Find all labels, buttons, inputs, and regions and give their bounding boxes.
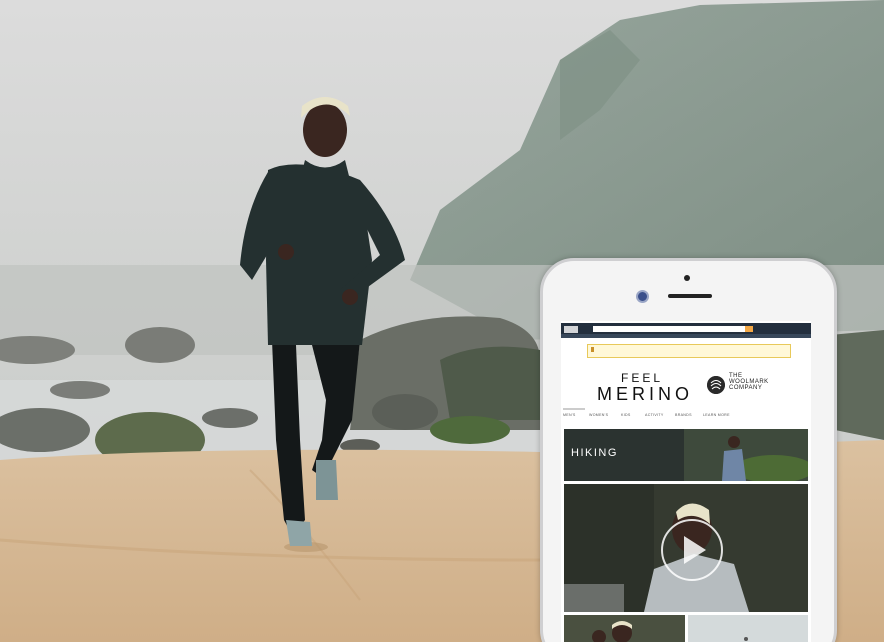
category-nav: MEN'S WOMEN'S KIDS ACTIVITY BRANDS LEARN…	[561, 413, 811, 423]
phone-screen: FEEL MERINO THE WOOLMARK COMPANY MEN'S W…	[561, 321, 811, 642]
feel-merino-logo: FEEL MERINO	[597, 371, 693, 404]
site-header	[561, 323, 811, 338]
nav-item-mens[interactable]: MEN'S	[563, 413, 576, 417]
search-input[interactable]	[593, 326, 745, 332]
play-icon	[684, 536, 706, 564]
earpiece-speaker	[668, 294, 712, 298]
nav-item-kids[interactable]: KIDS	[621, 413, 631, 417]
woolmark-icon	[707, 376, 725, 394]
proximity-sensor	[684, 275, 690, 281]
product-photo-2	[688, 615, 808, 642]
front-camera	[636, 290, 649, 303]
partner-line-3: COMPANY	[729, 385, 763, 391]
brand-line-2: MERINO	[597, 384, 693, 404]
brand-line-1: FEEL	[620, 371, 663, 385]
ad-scene: FEEL MERINO THE WOOLMARK COMPANY MEN'S W…	[0, 0, 884, 642]
product-photo-1	[564, 615, 685, 642]
warning-icon	[591, 347, 594, 352]
product-tile-2[interactable]	[688, 615, 808, 642]
nav-item-brands[interactable]: BRANDS	[675, 413, 692, 417]
nav-item-womens[interactable]: WOMEN'S	[589, 413, 608, 417]
breadcrumb	[563, 408, 585, 410]
hiking-tile[interactable]: HIKING	[564, 429, 808, 481]
play-button[interactable]	[661, 519, 723, 581]
search-button[interactable]	[745, 326, 753, 332]
product-tile-1[interactable]	[564, 615, 685, 642]
site-logo[interactable]	[564, 326, 578, 333]
phone-mockup: FEEL MERINO THE WOOLMARK COMPANY MEN'S W…	[540, 258, 837, 642]
woolmark-wordmark: THE WOOLMARK COMPANY	[729, 373, 789, 391]
nav-item-activity[interactable]: ACTIVITY	[645, 413, 664, 417]
hiking-label: HIKING	[571, 447, 618, 459]
nav-item-learn-more[interactable]: LEARN MORE	[703, 413, 730, 417]
video-tile[interactable]	[564, 484, 808, 612]
site-nav-strip	[561, 334, 811, 338]
notice-banner	[587, 344, 791, 358]
